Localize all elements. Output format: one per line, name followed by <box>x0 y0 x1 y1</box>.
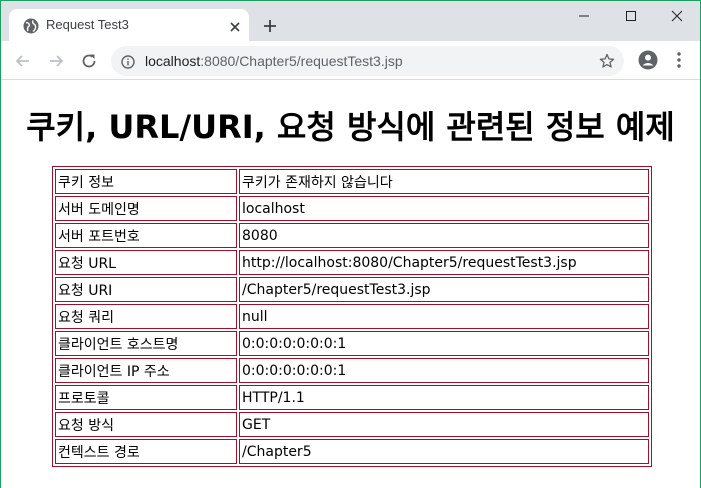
table-row: 요청 URI/Chapter5/requestTest3.jsp <box>55 277 649 302</box>
table-row: 요청 방식 GET <box>55 412 649 437</box>
close-window-icon <box>671 10 683 22</box>
table-row: 클라이언트 IP 주소 0:0:0:0:0:0:0:1 <box>55 358 649 383</box>
row-label: 프로토콜 <box>55 385 237 410</box>
row-label: 클라이언트 호스트명 <box>55 331 237 356</box>
table-row: 프로토콜 HTTP/1.1 <box>55 385 649 410</box>
plus-icon[interactable] <box>263 18 277 32</box>
table-row: 컨텍스트 경로/Chapter5 <box>55 439 649 464</box>
row-value: /Chapter5 <box>239 439 649 464</box>
account-icon[interactable] <box>638 50 658 70</box>
browser-window: Request Test3 localhost:8080/Chapter5/re… <box>0 0 701 488</box>
tab-strip: Request Test3 <box>1 0 700 42</box>
close-window-button[interactable] <box>654 1 700 31</box>
url-text[interactable]: localhost:8080/Chapter5/requestTest3.jsp <box>145 53 403 69</box>
row-label: 서버 도메인명 <box>55 196 237 221</box>
row-value: 8080 <box>239 223 649 248</box>
page-content: 쿠키, URL/URI, 요청 방식에 관련된 정보 예제 쿠키 정보 쿠키가 존… <box>1 80 700 488</box>
info-icon[interactable] <box>121 54 135 69</box>
row-label: 클라이언트 IP 주소 <box>55 358 237 383</box>
tab-request-test3[interactable]: Request Test3 <box>9 9 249 42</box>
address-bar[interactable]: localhost:8080/Chapter5/requestTest3.jsp <box>111 46 624 76</box>
kebab-menu-icon[interactable] <box>677 52 681 68</box>
table-row: 서버 포트번호 8080 <box>55 223 649 248</box>
row-value: http://localhost:8080/Chapter5/requestTe… <box>239 250 649 275</box>
table-row: 클라이언트 호스트명 0:0:0:0:0:0:0:1 <box>55 331 649 356</box>
maximize-icon <box>626 11 636 21</box>
table-row: 쿠키 정보 쿠키가 존재하지 않습니다 <box>55 169 649 194</box>
back-arrow-icon[interactable] <box>14 52 32 70</box>
row-label: 요청 URL <box>55 250 237 275</box>
row-label: 쿠키 정보 <box>55 169 237 194</box>
row-value: null <box>239 304 649 329</box>
page-title: 쿠키, URL/URI, 요청 방식에 관련된 정보 예제 <box>26 108 675 146</box>
row-label: 요청 방식 <box>55 412 237 437</box>
row-value: localhost <box>239 196 649 221</box>
minimize-icon <box>579 15 589 17</box>
table-row: 서버 도메인명 localhost <box>55 196 649 221</box>
table-row: 요청 URL http://localhost:8080/Chapter5/req… <box>55 250 649 275</box>
star-icon[interactable] <box>599 53 615 69</box>
row-value: 쿠키가 존재하지 않습니다 <box>239 169 649 194</box>
globe-icon <box>23 18 39 34</box>
table-row: 요청 쿼리 null <box>55 304 649 329</box>
reload-icon[interactable] <box>80 52 98 70</box>
minimize-button[interactable] <box>561 1 607 31</box>
maximize-button[interactable] <box>608 1 654 31</box>
request-info-table: 쿠키 정보 쿠키가 존재하지 않습니다 서버 도메인명 localhost 서버 포트번… <box>52 166 652 467</box>
browser-toolbar: localhost:8080/Chapter5/requestTest3.jsp <box>1 41 700 80</box>
row-value: 0:0:0:0:0:0:0:1 <box>239 331 649 356</box>
url-host: localhost <box>145 53 201 69</box>
row-label: 서버 포트번호 <box>55 223 237 248</box>
tab-title: Request Test3 <box>46 17 129 32</box>
row-value: HTTP/1.1 <box>239 385 649 410</box>
url-path: :8080/Chapter5/requestTest3.jsp <box>200 53 403 69</box>
row-label: 요청 쿼리 <box>55 304 237 329</box>
request-info-table-body: 쿠키 정보 쿠키가 존재하지 않습니다 서버 도메인명 localhost 서버 포트번… <box>55 169 649 464</box>
row-value: /Chapter5/requestTest3.jsp <box>239 277 649 302</box>
forward-arrow-icon[interactable] <box>47 52 65 70</box>
close-icon[interactable] <box>228 19 242 33</box>
row-label: 요청 URI <box>55 277 237 302</box>
row-value: 0:0:0:0:0:0:0:1 <box>239 358 649 383</box>
row-label: 컨텍스트 경로 <box>55 439 237 464</box>
row-value: GET <box>239 412 649 437</box>
